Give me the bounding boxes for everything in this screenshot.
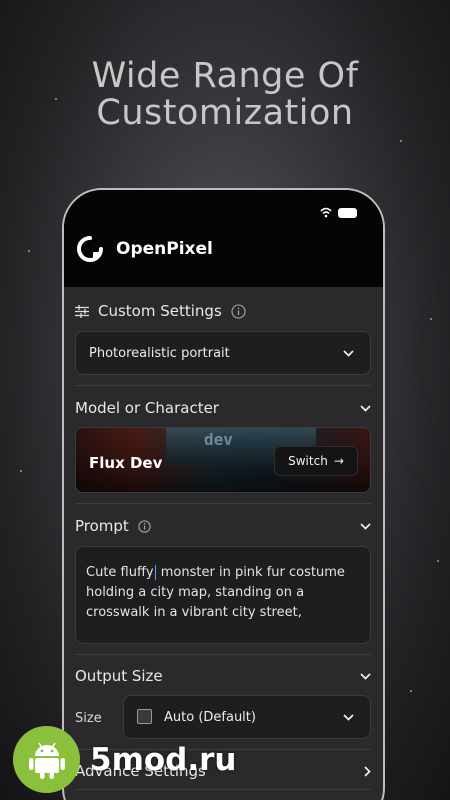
model-section-title: Model or Character <box>75 399 219 417</box>
custom-settings-header: Custom Settings <box>75 302 371 320</box>
divider <box>75 503 371 504</box>
sliders-icon <box>75 304 89 318</box>
chevron-down-icon <box>360 672 371 680</box>
model-name: Flux Dev <box>89 454 163 472</box>
arrow-right-icon: → <box>333 454 344 468</box>
prompt-text-part: Cute fluffy <box>86 565 154 580</box>
chevron-down-icon <box>343 714 354 721</box>
chevron-right-icon <box>364 765 371 777</box>
promo-headline: Wide Range Of Customization <box>0 58 450 132</box>
preset-select[interactable]: Photorealistic portrait <box>75 331 371 375</box>
info-icon[interactable] <box>231 303 246 319</box>
text-cursor <box>154 565 156 580</box>
output-size-header[interactable]: Output Size <box>75 667 371 685</box>
battery-icon <box>338 207 357 218</box>
prompt-title: Prompt <box>75 517 129 535</box>
size-label: Size <box>75 711 102 726</box>
watermark: 5mod.ru <box>13 726 237 793</box>
watermark-text: 5mod.ru <box>90 741 237 778</box>
openpixel-logo-icon <box>77 236 103 262</box>
status-bar <box>320 207 357 218</box>
phone-mockup: OpenPixel Custom Settings Photorealistic… <box>62 188 385 800</box>
chevron-down-icon <box>360 522 371 530</box>
custom-settings-title: Custom Settings <box>98 302 222 320</box>
wifi-icon <box>320 207 332 218</box>
headline-line-2: Customization <box>96 93 354 133</box>
chevron-down-icon <box>360 404 371 412</box>
divider <box>75 654 371 655</box>
chevron-down-icon <box>343 350 354 357</box>
headline-line-1: Wide Range Of <box>91 56 359 96</box>
info-icon[interactable] <box>138 519 151 533</box>
prompt-textarea[interactable]: Cute fluffy monster in pink fur costume … <box>75 546 371 644</box>
prompt-section-header[interactable]: Prompt <box>75 517 371 535</box>
app-name: OpenPixel <box>116 239 213 259</box>
app-header: OpenPixel <box>64 190 383 287</box>
preset-select-value: Photorealistic portrait <box>89 346 230 361</box>
prompt-text: Cute fluffy monster in pink fur costume … <box>86 563 360 623</box>
app-brand: OpenPixel <box>76 235 213 263</box>
switch-model-button[interactable]: Switch → <box>274 446 358 476</box>
size-select-value: Auto (Default) <box>164 710 256 725</box>
model-section-header[interactable]: Model or Character <box>75 399 371 417</box>
model-card[interactable]: dev Flux Dev Switch → <box>75 427 371 493</box>
android-logo-icon <box>13 726 80 793</box>
switch-button-label: Switch <box>288 454 328 468</box>
divider <box>75 385 371 386</box>
output-size-title: Output Size <box>75 667 163 685</box>
aspect-square-icon <box>137 709 152 724</box>
